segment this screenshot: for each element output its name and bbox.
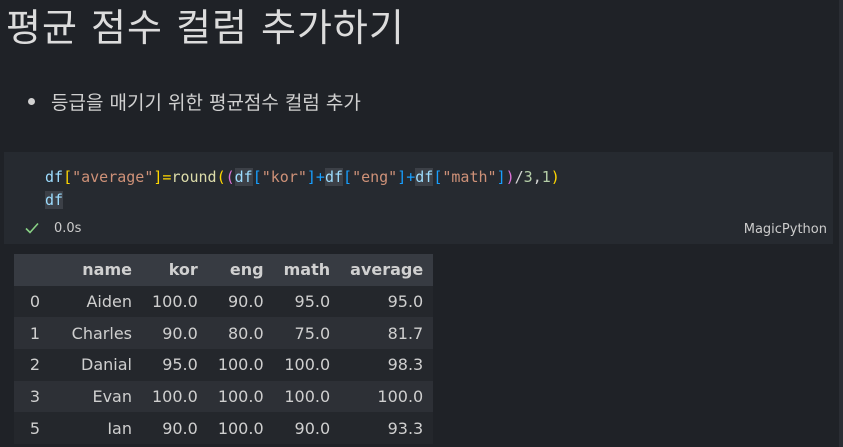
- table-cell: 80.0: [207, 317, 274, 350]
- bullet-list-item: 등급을 매기기 위한 평균점수 컬럼 추가: [28, 88, 361, 115]
- code-token: 3: [523, 168, 533, 186]
- column-header: math: [273, 254, 341, 286]
- code-line-1: df["average"]=round((df["kor"]+df["eng"]…: [45, 168, 560, 186]
- row-index: 0: [14, 285, 56, 318]
- table-cell: 100.0: [207, 412, 274, 445]
- table-cell: Charles: [56, 317, 142, 350]
- table-header-row: name kor eng math average: [14, 254, 434, 286]
- dataframe-output: name kor eng math average 0 Aiden 100.0 …: [14, 254, 434, 445]
- table-cell: 100.0: [207, 380, 274, 413]
- table-cell: 75.0: [273, 317, 341, 350]
- check-icon: [25, 222, 39, 234]
- row-index: 5: [14, 412, 56, 445]
- table-row: 2 Danial 95.0 100.0 100.0 98.3: [14, 349, 434, 381]
- scrollbar-track[interactable]: [839, 0, 843, 447]
- row-index: 1: [14, 317, 56, 350]
- code-token: (: [216, 168, 226, 186]
- code-token-highlight: df: [234, 168, 253, 186]
- code-cell[interactable]: df["average"]=round((df["kor"]+df["eng"]…: [4, 152, 833, 244]
- notebook-view: 평균 점수 컬럼 추가하기 등급을 매기기 위한 평균점수 컬럼 추가 df["…: [0, 0, 843, 447]
- code-token: (: [225, 168, 235, 186]
- code-token: ]=: [153, 168, 172, 186]
- table-cell: Danial: [56, 349, 142, 381]
- table-row: 5 Ian 90.0 100.0 90.0 93.3: [14, 412, 434, 445]
- table-cell: Evan: [56, 380, 142, 413]
- table-cell: Aiden: [56, 285, 142, 318]
- code-line-2: df: [45, 191, 64, 209]
- table-cell: 90.0: [207, 285, 274, 318]
- table-cell: 93.3: [340, 412, 434, 445]
- table-cell: 100.0: [273, 349, 341, 381]
- code-token: /: [514, 168, 524, 186]
- table-cell: 100.0: [273, 380, 341, 413]
- table-cell: 95.0: [273, 285, 341, 318]
- code-token: "average": [72, 168, 154, 186]
- code-token: ]: [496, 168, 506, 186]
- table-cell: 98.3: [340, 349, 434, 381]
- code-token: [: [252, 168, 262, 186]
- cell-language-label[interactable]: MagicPython: [744, 222, 827, 237]
- code-token: "eng": [352, 168, 398, 186]
- column-header: average: [340, 254, 434, 286]
- column-header: kor: [142, 254, 208, 286]
- code-token: ,: [532, 168, 542, 186]
- code-editor[interactable]: df["average"]=round((df["kor"]+df["eng"]…: [45, 166, 560, 212]
- section-heading: 평균 점수 컬럼 추가하기: [6, 6, 405, 50]
- table-cell: Ian: [56, 412, 142, 445]
- table-row: 0 Aiden 100.0 90.0 95.0 95.0: [14, 285, 434, 318]
- code-token: ): [550, 168, 560, 186]
- table-cell: 95.0: [340, 285, 434, 318]
- table-cell: 90.0: [142, 412, 208, 445]
- code-token: round: [171, 168, 217, 186]
- code-token: "math": [442, 168, 497, 186]
- code-token-highlight: df: [415, 168, 434, 186]
- code-token: "kor": [261, 168, 307, 186]
- table-cell: 100.0: [340, 380, 434, 413]
- code-token: ]+: [306, 168, 325, 186]
- bullet-dot-icon: [28, 98, 35, 105]
- table-cell: 100.0: [207, 349, 274, 381]
- table-cell: 81.7: [340, 317, 434, 350]
- column-header: [14, 254, 56, 286]
- code-token: ]+: [397, 168, 416, 186]
- code-token: df: [45, 168, 64, 186]
- code-token: 1: [541, 168, 551, 186]
- code-token-highlight: df: [324, 168, 344, 186]
- table-cell: 90.0: [273, 412, 341, 445]
- column-header: name: [56, 254, 142, 286]
- code-token: [: [343, 168, 353, 186]
- row-index: 3: [14, 380, 56, 413]
- column-header: eng: [207, 254, 274, 286]
- code-token: ): [505, 168, 515, 186]
- table-cell: 95.0: [142, 349, 208, 381]
- table-cell: 100.0: [142, 285, 208, 318]
- bullet-text: 등급을 매기기 위한 평균점수 컬럼 추가: [51, 92, 361, 114]
- code-token: [: [63, 168, 73, 186]
- row-index: 2: [14, 349, 56, 381]
- table-row: 1 Charles 90.0 80.0 75.0 81.7: [14, 317, 434, 350]
- execution-time: 0.0s: [54, 220, 82, 236]
- cell-status: 0.0s: [24, 220, 81, 236]
- table-cell: 90.0: [142, 317, 208, 350]
- table-row: 3 Evan 100.0 100.0 100.0 100.0: [14, 380, 434, 413]
- table-cell: 100.0: [142, 380, 208, 413]
